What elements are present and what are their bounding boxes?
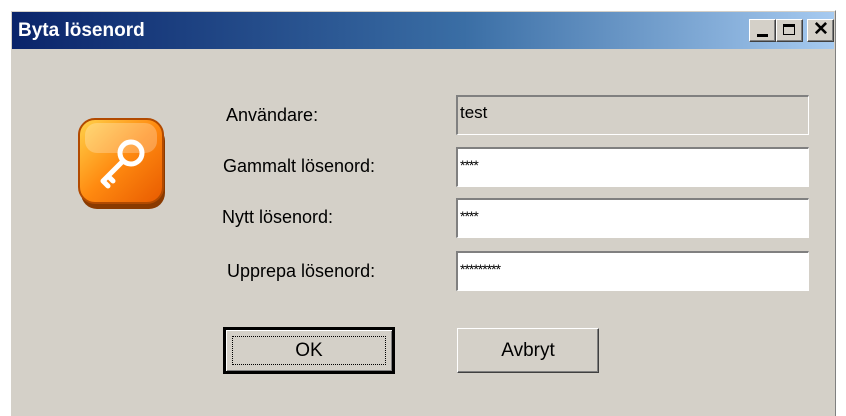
new-password-value[interactable]: **** xyxy=(460,208,479,224)
change-password-dialog: Byta lösenord ✕ Användare: test Gammalt … xyxy=(10,10,836,416)
repeat-password-field[interactable]: ********* xyxy=(456,251,809,291)
old-password-value[interactable]: **** xyxy=(460,157,479,173)
repeat-password-value[interactable]: ********* xyxy=(460,261,501,277)
maximize-button[interactable] xyxy=(776,19,803,42)
window-title: Byta lösenord xyxy=(18,20,145,41)
minimize-button[interactable] xyxy=(749,19,776,42)
close-button[interactable]: ✕ xyxy=(807,19,834,42)
key-icon xyxy=(78,118,165,209)
new-password-label: Nytt lösenord: xyxy=(222,207,334,227)
user-label: Användare: xyxy=(226,105,319,125)
old-password-field[interactable]: **** xyxy=(456,147,809,187)
title-bar[interactable]: Byta lösenord ✕ xyxy=(12,12,834,49)
user-field: test xyxy=(456,95,809,135)
new-password-field[interactable]: **** xyxy=(456,198,809,238)
ok-label: OK xyxy=(295,339,323,361)
ok-button[interactable]: OK xyxy=(223,327,395,374)
cancel-button[interactable]: Avbryt xyxy=(457,328,599,373)
old-password-label: Gammalt lösenord: xyxy=(223,156,376,176)
close-icon: ✕ xyxy=(813,19,829,40)
repeat-password-label: Upprepa lösenord: xyxy=(227,261,376,281)
user-value: test xyxy=(460,103,488,122)
maximize-icon xyxy=(783,24,795,35)
minimize-icon xyxy=(757,34,768,37)
